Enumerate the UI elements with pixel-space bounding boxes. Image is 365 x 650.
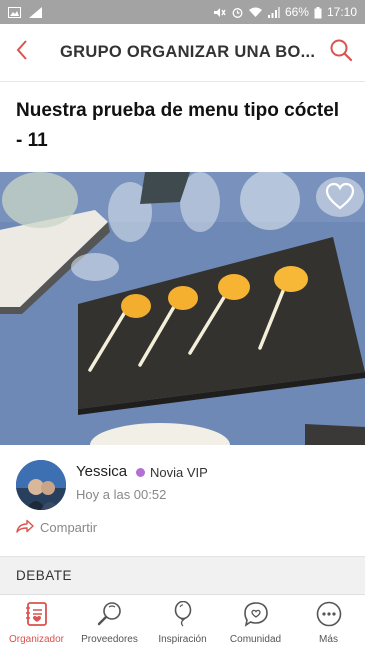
vip-dot-icon [136, 468, 145, 477]
share-label: Compartir [40, 520, 98, 535]
balloon-icon [172, 600, 194, 634]
bottom-nav: Organizador Proveedores Inspiración Comu… [0, 594, 365, 650]
gallery-notification-icon [8, 6, 21, 18]
signal-notification-icon [29, 6, 42, 18]
share-button[interactable]: Compartir [16, 519, 97, 536]
group-title: GRUPO ORGANIZAR UNA BO... [60, 43, 316, 61]
post-title: Nuestra prueba de menu tipo cóctel - 11 [16, 100, 340, 151]
wifi-icon [248, 7, 262, 18]
nav-label: Inspiración [158, 634, 207, 645]
battery-percent: 66% [284, 5, 309, 19]
status-time: 17:10 [326, 5, 357, 19]
debate-section-header: DEBATE [0, 556, 365, 594]
post-photo[interactable] [0, 172, 365, 445]
author-name[interactable]: Yessica [76, 463, 127, 480]
author-block: Yessica Novia VIP Hoy a las 00:52 [16, 460, 349, 516]
chevron-left-icon [15, 39, 29, 66]
chat-heart-icon [243, 601, 269, 634]
battery-icon [314, 6, 322, 18]
app-bar: GRUPO ORGANIZAR UNA BO... [0, 24, 365, 82]
status-bar: 66% 17:10 [0, 0, 365, 24]
back-button[interactable] [0, 24, 44, 82]
nav-item-comunidad[interactable]: Comunidad [219, 595, 292, 650]
nav-label: Más [319, 634, 338, 645]
nav-item-mas[interactable]: Más [292, 595, 365, 650]
heart-icon[interactable] [325, 182, 355, 212]
post-time: Hoy a las 00:52 [76, 487, 167, 502]
debate-label: DEBATE [16, 568, 73, 583]
nav-item-inspiracion[interactable]: Inspiración [146, 595, 219, 650]
nav-label: Proveedores [81, 634, 138, 645]
alarm-icon [231, 7, 244, 18]
nav-label: Organizador [8, 634, 65, 645]
search-button[interactable] [317, 24, 365, 82]
share-arrow-icon [16, 519, 34, 536]
search-icon [97, 601, 123, 634]
more-icon [316, 601, 342, 634]
mute-icon [213, 7, 226, 18]
avatar[interactable] [16, 460, 66, 510]
planner-icon [25, 601, 49, 634]
vip-badge-label: Novia VIP [150, 465, 208, 480]
nav-item-proveedores[interactable]: Proveedores [73, 595, 146, 650]
search-icon [329, 38, 353, 67]
cell-signal-icon [267, 6, 280, 18]
nav-label: Comunidad [229, 634, 282, 645]
nav-item-organizador[interactable]: Organizador [0, 595, 73, 650]
vip-badge: Novia VIP [136, 465, 208, 480]
